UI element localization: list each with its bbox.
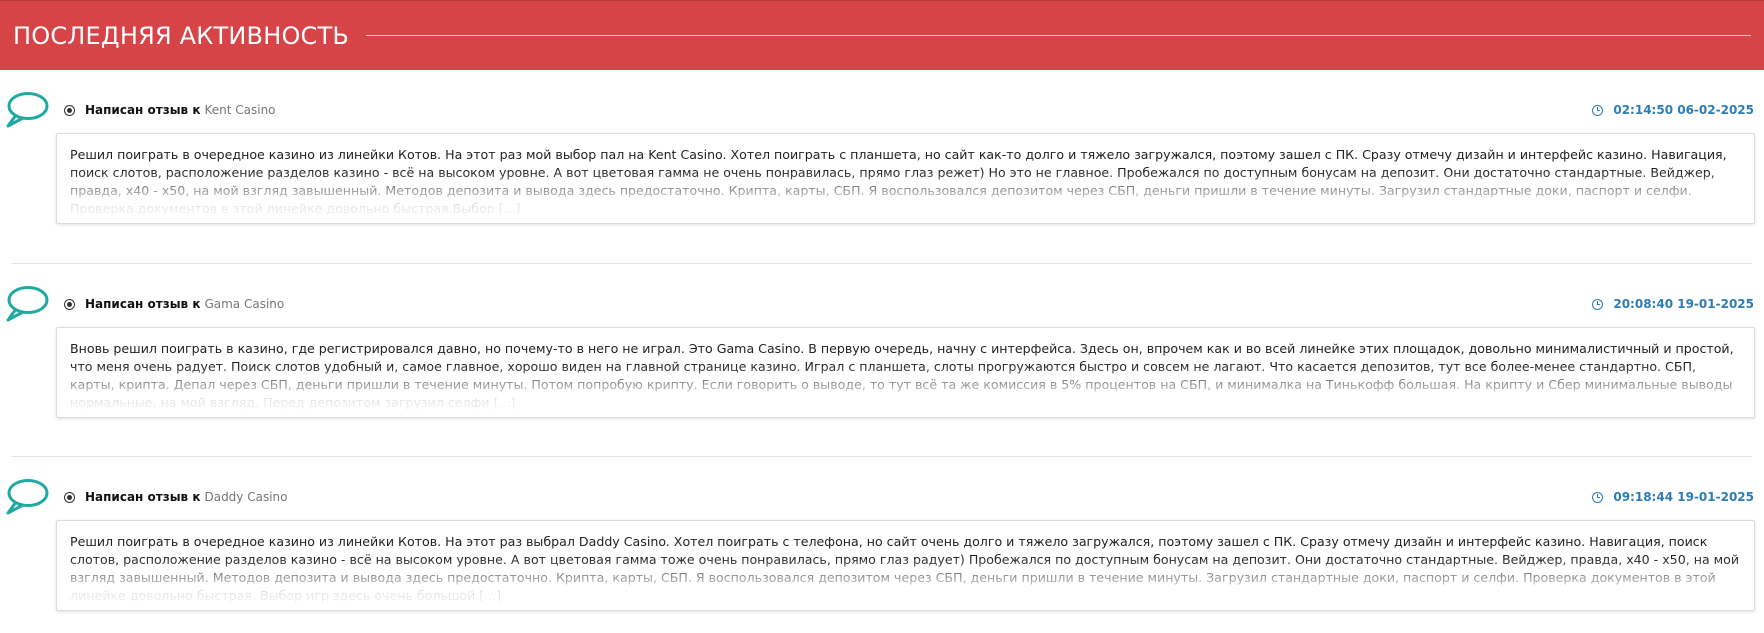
review-excerpt-card[interactable]: Решил поиграть в очередное казино из лин…: [56, 133, 1755, 224]
casino-link[interactable]: Kent Casino: [204, 103, 275, 117]
bullet-radio-icon: [64, 104, 75, 116]
clock-icon: [1592, 298, 1604, 310]
activity-action-label: Написан отзыв к: [85, 103, 201, 117]
bullet-radio-icon: [64, 491, 75, 503]
excerpt-fade-overlay: [57, 171, 1754, 223]
activity-header: Написан отзыв к Daddy Casino 09:18:44 19…: [64, 487, 1754, 507]
excerpt-fade-overlay: [57, 558, 1754, 610]
activity-timestamp: 20:08:40 19-01-2025: [1613, 297, 1754, 311]
clock-icon: [1592, 491, 1604, 503]
activity-timestamp: 09:18:44 19-01-2025: [1613, 490, 1754, 504]
header-divider-line: [366, 35, 1751, 36]
activity-item: Написан отзыв к Daddy Casino 09:18:44 19…: [6, 456, 1755, 633]
review-excerpt-card[interactable]: Вновь решил поиграть в казино, где регис…: [56, 327, 1755, 418]
activity-item: Написан отзыв к Kent Casino 02:14:50 06-…: [0, 70, 1764, 263]
speech-bubble-icon: [6, 479, 49, 515]
clock-icon: [1592, 104, 1604, 116]
activity-header: Написан отзыв к Kent Casino 02:14:50 06-…: [64, 100, 1754, 120]
activity-feed: Написан отзыв к Kent Casino 02:14:50 06-…: [0, 70, 1764, 633]
activity-timestamp: 02:14:50 06-02-2025: [1613, 103, 1754, 117]
speech-bubble-icon: [6, 286, 49, 322]
section-header: ПОСЛЕДНЯЯ АКТИВНОСТЬ: [0, 0, 1764, 70]
excerpt-fade-overlay: [57, 365, 1754, 417]
review-excerpt-card[interactable]: Решил поиграть в очередное казино из лин…: [56, 520, 1755, 611]
activity-item: Написан отзыв к Gama Casino 20:08:40 19-…: [6, 263, 1755, 456]
casino-link[interactable]: Daddy Casino: [204, 490, 287, 504]
casino-link[interactable]: Gama Casino: [204, 297, 284, 311]
activity-action-label: Написан отзыв к: [85, 297, 201, 311]
section-title: ПОСЛЕДНЯЯ АКТИВНОСТЬ: [13, 21, 350, 50]
bullet-radio-icon: [64, 298, 75, 310]
activity-header: Написан отзыв к Gama Casino 20:08:40 19-…: [64, 294, 1754, 314]
speech-bubble-icon: [6, 92, 49, 128]
activity-action-label: Написан отзыв к: [85, 490, 201, 504]
